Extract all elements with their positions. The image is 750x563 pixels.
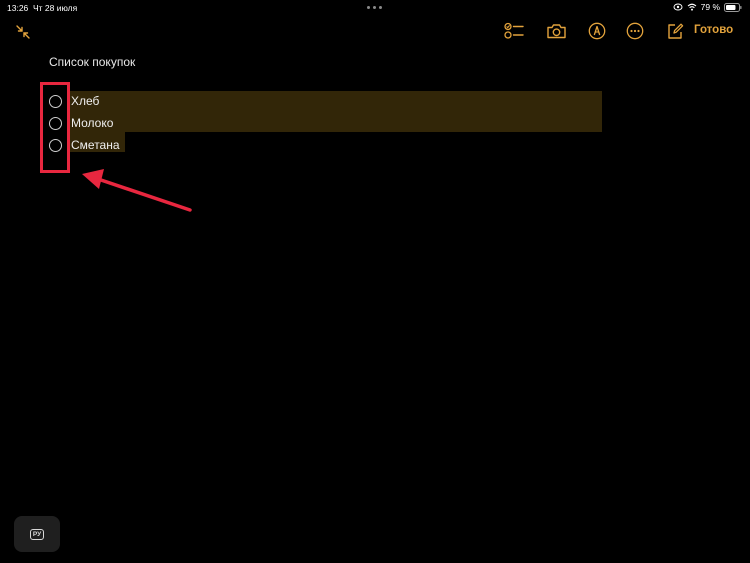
annotation-arrow-icon — [82, 169, 192, 212]
notes-screen: 13:26 Чт 28 июля 79 % Готово Список поку… — [0, 0, 750, 563]
